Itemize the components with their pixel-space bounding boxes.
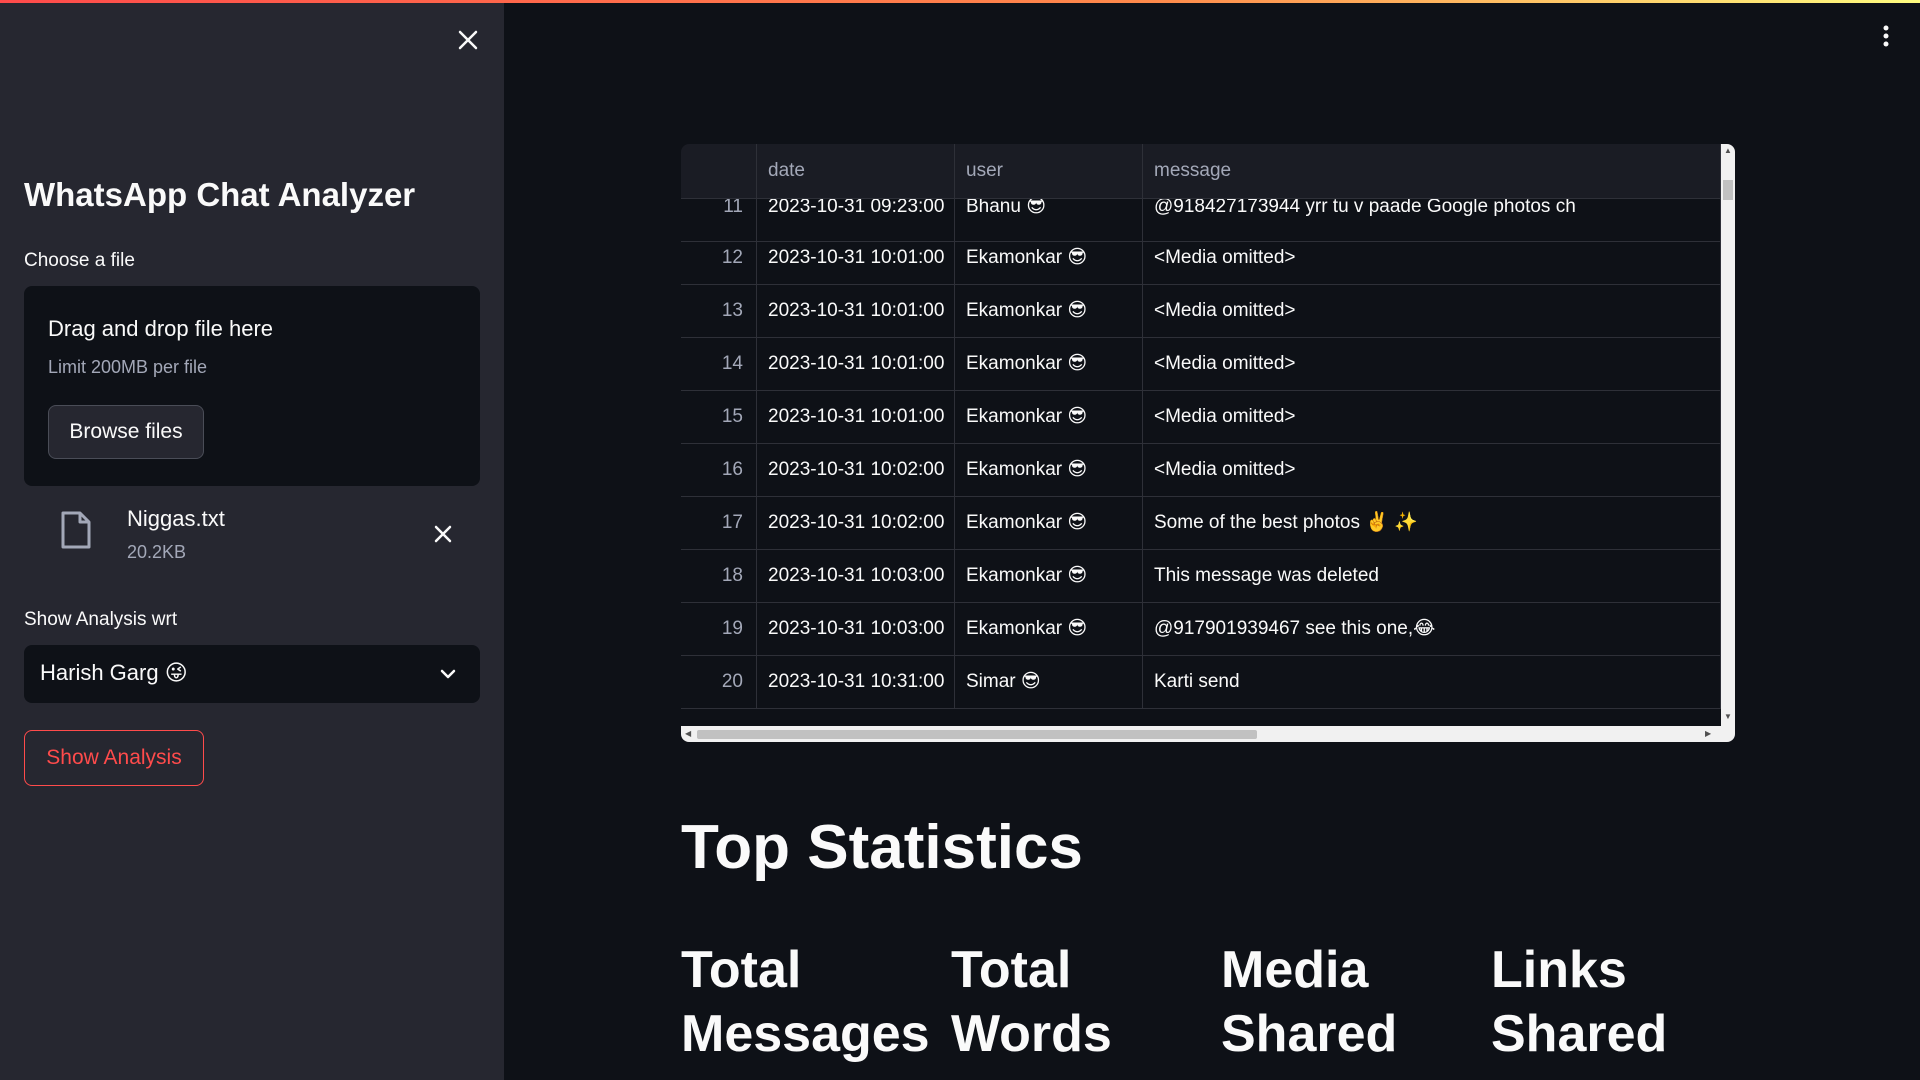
message-cell: <Media omitted> bbox=[1143, 444, 1721, 496]
table-body: 11 2023-10-31 09:23:00 Bhanu 😎 @91842717… bbox=[681, 199, 1721, 719]
close-sidebar-button[interactable] bbox=[452, 24, 484, 56]
date-cell: 2023-10-31 10:01:00 bbox=[757, 232, 955, 284]
date-cell: 2023-10-31 10:01:00 bbox=[757, 391, 955, 443]
message-cell: <Media omitted> bbox=[1143, 232, 1721, 284]
table-row[interactable]: 17 2023-10-31 10:02:00 Ekamonkar 😎 Some … bbox=[681, 497, 1721, 550]
vertical-scrollbar[interactable]: ▲ ▼ bbox=[1721, 144, 1735, 726]
user-cell: Ekamonkar 😎 bbox=[955, 232, 1143, 284]
table-row[interactable]: 20 2023-10-31 10:31:00 Simar 😎 Karti sen… bbox=[681, 656, 1721, 709]
select-label: Show Analysis wrt bbox=[24, 609, 178, 630]
file-icon bbox=[61, 511, 91, 549]
table-row[interactable]: 12 2023-10-31 10:01:00 Ekamonkar 😎 <Medi… bbox=[681, 232, 1721, 285]
column-header-index[interactable] bbox=[681, 144, 757, 198]
date-cell: 2023-10-31 10:01:00 bbox=[757, 338, 955, 390]
file-uploader-label: Choose a file bbox=[24, 250, 135, 271]
message-cell: Karti send bbox=[1143, 656, 1721, 708]
message-cell: <Media omitted> bbox=[1143, 285, 1721, 337]
vertical-scroll-thumb[interactable] bbox=[1723, 180, 1733, 200]
scroll-up-arrow-icon[interactable]: ▲ bbox=[1724, 146, 1732, 155]
row-index: 16 bbox=[681, 444, 757, 496]
message-cell: @917901939467 see this one,😂 bbox=[1143, 603, 1721, 655]
table-row[interactable]: 18 2023-10-31 10:03:00 Ekamonkar 😎 This … bbox=[681, 550, 1721, 603]
user-cell: Ekamonkar 😎 bbox=[955, 550, 1143, 602]
horizontal-scrollbar[interactable]: ◀ ▶ bbox=[681, 726, 1735, 742]
selected-user-value: Harish Garg 😜 bbox=[40, 660, 188, 685]
scroll-left-arrow-icon[interactable]: ◀ bbox=[685, 729, 691, 738]
date-cell: 2023-10-31 10:03:00 bbox=[757, 550, 955, 602]
browse-files-button[interactable]: Browse files bbox=[48, 405, 204, 459]
column-header-date[interactable]: date bbox=[757, 144, 955, 198]
scroll-right-arrow-icon[interactable]: ▶ bbox=[1705, 729, 1711, 738]
close-icon bbox=[434, 525, 452, 543]
uploaded-file-size: 20.2KB bbox=[127, 542, 187, 562]
row-index: 18 bbox=[681, 550, 757, 602]
user-select[interactable]: Harish Garg 😜 bbox=[24, 645, 480, 703]
user-cell: Simar 😎 bbox=[955, 656, 1143, 708]
user-cell: Ekamonkar 😎 bbox=[955, 444, 1143, 496]
user-cell: Ekamonkar 😎 bbox=[955, 391, 1143, 443]
media-shared-heading: Media Shared bbox=[1221, 941, 1398, 1063]
table-row[interactable]: 19 2023-10-31 10:03:00 Ekamonkar 😎 @9179… bbox=[681, 603, 1721, 656]
table-row[interactable]: 13 2023-10-31 10:01:00 Ekamonkar 😎 <Medi… bbox=[681, 285, 1721, 338]
remove-file-button[interactable] bbox=[429, 520, 457, 548]
message-cell: This message was deleted bbox=[1143, 550, 1721, 602]
total-words-heading: Total Words bbox=[951, 941, 1112, 1063]
row-index: 13 bbox=[681, 285, 757, 337]
row-index: 12 bbox=[681, 232, 757, 284]
horizontal-scroll-thumb[interactable] bbox=[697, 730, 1257, 739]
app-title: WhatsApp Chat Analyzer bbox=[24, 176, 416, 213]
message-cell: <Media omitted> bbox=[1143, 338, 1721, 390]
dropzone-limit: Limit 200MB per file bbox=[48, 357, 208, 377]
uploaded-file-name: Niggas.txt bbox=[127, 506, 225, 531]
date-cell: 2023-10-31 10:31:00 bbox=[757, 656, 955, 708]
links-shared-heading: Links Shared bbox=[1491, 941, 1668, 1063]
date-cell: 2023-10-31 10:01:00 bbox=[757, 285, 955, 337]
total-messages-heading: Total Messages bbox=[681, 941, 930, 1063]
scroll-down-arrow-icon[interactable]: ▼ bbox=[1724, 712, 1732, 721]
table-row[interactable]: 15 2023-10-31 10:01:00 Ekamonkar 😎 <Medi… bbox=[681, 391, 1721, 444]
date-cell: 2023-10-31 10:02:00 bbox=[757, 444, 955, 496]
column-header-user[interactable]: user bbox=[955, 144, 1143, 198]
row-index: 20 bbox=[681, 656, 757, 708]
file-dropzone[interactable]: Drag and drop file here Limit 200MB per … bbox=[24, 286, 480, 486]
message-cell: Some of the best photos ✌️ ✨ bbox=[1143, 497, 1721, 549]
close-icon bbox=[458, 30, 478, 50]
column-header-message[interactable]: message bbox=[1143, 144, 1721, 198]
table-row[interactable]: 16 2023-10-31 10:02:00 Ekamonkar 😎 <Medi… bbox=[681, 444, 1721, 497]
user-cell: Ekamonkar 😎 bbox=[955, 285, 1143, 337]
date-cell: 2023-10-31 10:02:00 bbox=[757, 497, 955, 549]
row-index: 14 bbox=[681, 338, 757, 390]
row-index: 15 bbox=[681, 391, 757, 443]
dropzone-title: Drag and drop file here bbox=[48, 316, 274, 341]
main-menu-button[interactable] bbox=[1874, 20, 1898, 52]
more-vertical-icon bbox=[1883, 25, 1889, 47]
row-index: 17 bbox=[681, 497, 757, 549]
user-cell: Ekamonkar 😎 bbox=[955, 338, 1143, 390]
sidebar: WhatsApp Chat Analyzer Choose a file Dra… bbox=[0, 0, 504, 1080]
top-decoration-bar bbox=[0, 0, 1920, 3]
table-row[interactable]: 14 2023-10-31 10:01:00 Ekamonkar 😎 <Medi… bbox=[681, 338, 1721, 391]
chevron-down-icon bbox=[440, 669, 456, 679]
uploaded-file-item: Niggas.txt 20.2KB bbox=[24, 500, 480, 566]
user-cell: Ekamonkar 😎 bbox=[955, 603, 1143, 655]
message-cell: <Media omitted> bbox=[1143, 391, 1721, 443]
chat-dataframe[interactable]: date user message 11 2023-10-31 09:23:00… bbox=[681, 144, 1735, 742]
table-header: date user message bbox=[681, 144, 1721, 199]
row-index: 19 bbox=[681, 603, 757, 655]
user-cell: Ekamonkar 😎 bbox=[955, 497, 1143, 549]
top-statistics-heading: Top Statistics bbox=[681, 813, 1083, 882]
date-cell: 2023-10-31 10:03:00 bbox=[757, 603, 955, 655]
show-analysis-button[interactable]: Show Analysis bbox=[24, 730, 204, 786]
